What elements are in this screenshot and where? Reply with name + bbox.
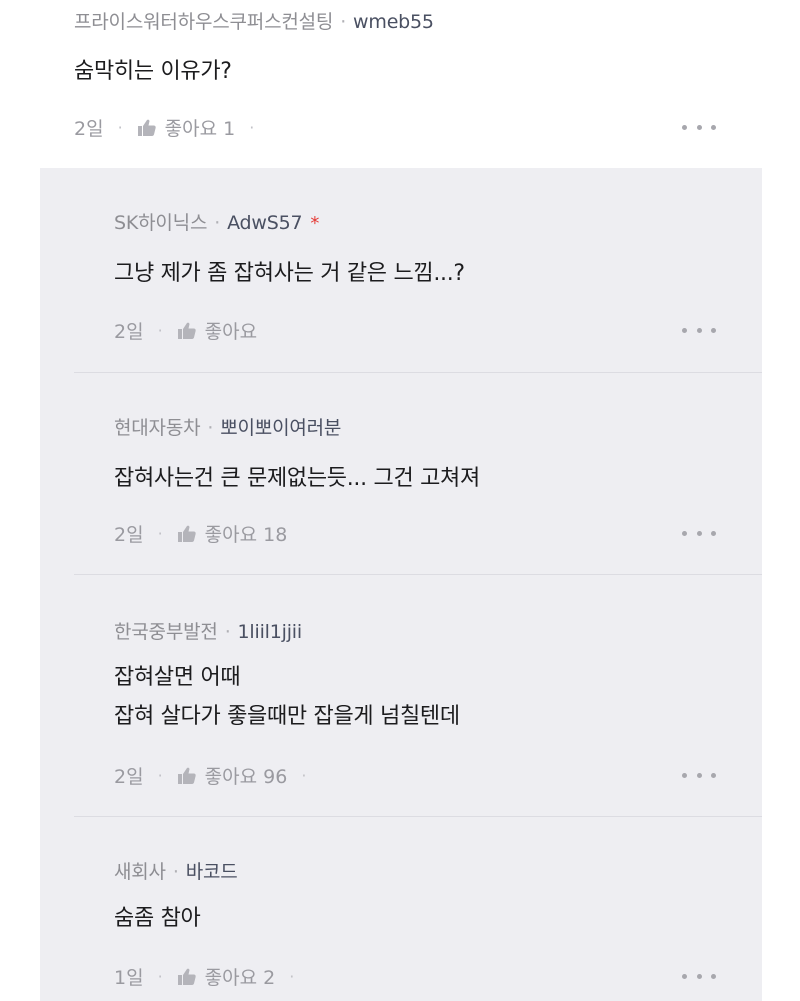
reply-item: SK하이닉스 · AdwS57 * 그냥 제가 좀 잡혀사는 거 같은 느낌...? … bbox=[40, 168, 762, 373]
company-name[interactable]: 현대자동차 bbox=[114, 417, 201, 439]
thumbs-up-icon bbox=[177, 525, 196, 542]
reply-actions: 2일 · 좋아요 96 · bbox=[114, 762, 320, 789]
nickname[interactable]: AdwS57 bbox=[227, 212, 303, 234]
comment-thread: 프라이스워터하우스쿠퍼스컨설팅 · wmeb55 숨막히는 이유가? 2일 · 좋아… bbox=[0, 0, 800, 1001]
comment-time: 2일 bbox=[74, 118, 104, 140]
separator-dot: · bbox=[157, 524, 163, 543]
nickname[interactable]: wmeb55 bbox=[353, 11, 434, 33]
company-name[interactable]: 한국중부발전 bbox=[114, 621, 218, 643]
separator: · bbox=[207, 417, 214, 439]
more-dots-icon bbox=[682, 973, 687, 979]
reply-actions: 1일 · 좋아요 2 · bbox=[114, 963, 308, 990]
separator: · bbox=[340, 11, 347, 33]
reply-actions: 2일 · 좋아요 18 bbox=[114, 520, 287, 547]
company-name[interactable]: 프라이스워터하우스쿠퍼스컨설팅 bbox=[74, 11, 333, 33]
separator-dot: · bbox=[117, 118, 123, 137]
more-options-button[interactable] bbox=[682, 117, 716, 137]
comment-text: 숨막히는 이유가? bbox=[74, 59, 232, 84]
reply-time: 2일 bbox=[114, 524, 144, 546]
like-count: 좋아요 bbox=[204, 321, 258, 343]
reply-author: 현대자동차 · 뽀이뽀이여러분 bbox=[114, 413, 341, 440]
separator-dot: · bbox=[249, 118, 255, 137]
reply-item: 현대자동차 · 뽀이뽀이여러분 잡혀사는건 큰 문제없는듯... 그건 고쳐져 2일… bbox=[40, 373, 762, 575]
like-count: 좋아요 2 bbox=[204, 967, 276, 989]
like-count: 좋아요 1 bbox=[164, 118, 236, 140]
more-options-button[interactable] bbox=[682, 523, 716, 543]
like-button[interactable]: 좋아요 1 bbox=[137, 114, 236, 141]
more-options-button[interactable] bbox=[682, 765, 716, 785]
thumbs-up-icon bbox=[177, 322, 196, 339]
company-name[interactable]: SK하이닉스 bbox=[114, 212, 207, 234]
nickname[interactable]: 1liil1jjii bbox=[238, 621, 303, 643]
like-button[interactable]: 좋아요 2 bbox=[177, 963, 276, 990]
reply-author: 한국중부발전 · 1liil1jjii bbox=[114, 617, 302, 644]
separator-dot: · bbox=[157, 967, 163, 986]
comment-actions: 2일 · 좋아요 1 · bbox=[74, 114, 268, 141]
reply-text: 숨좀 참아 bbox=[114, 906, 201, 931]
reply-time: 2일 bbox=[114, 321, 144, 343]
more-dots-icon bbox=[682, 124, 687, 130]
separator: · bbox=[224, 621, 231, 643]
company-name[interactable]: 새회사 bbox=[114, 861, 166, 883]
separator: · bbox=[214, 212, 221, 234]
thumbs-up-icon bbox=[177, 968, 196, 985]
separator-dot: · bbox=[289, 967, 295, 986]
reply-text: 잡혀사는건 큰 문제없는듯... 그건 고쳐져 bbox=[114, 466, 480, 491]
thumbs-up-icon bbox=[177, 767, 196, 784]
more-dots-icon bbox=[682, 772, 687, 778]
like-count: 좋아요 18 bbox=[204, 524, 288, 546]
more-options-button[interactable] bbox=[682, 320, 716, 340]
reply-text: 그냥 제가 좀 잡혀사는 거 같은 느낌...? bbox=[114, 261, 465, 286]
reply-actions: 2일 · 좋아요 bbox=[114, 317, 257, 344]
nickname[interactable]: 뽀이뽀이여러분 bbox=[220, 417, 341, 439]
like-button[interactable]: 좋아요 96 bbox=[177, 762, 288, 789]
reply-time: 2일 bbox=[114, 766, 144, 788]
separator-dot: · bbox=[157, 321, 163, 340]
reply-text-line-2: 잡혀 살다가 좋을때만 잡을게 넘칠텐데 bbox=[114, 704, 460, 729]
like-button[interactable]: 좋아요 18 bbox=[177, 520, 288, 547]
reply-list: SK하이닉스 · AdwS57 * 그냥 제가 좀 잡혀사는 거 같은 느낌...? … bbox=[40, 168, 762, 1001]
thumbs-up-icon bbox=[137, 119, 156, 136]
reply-time: 1일 bbox=[114, 967, 144, 989]
separator: · bbox=[172, 861, 179, 883]
reply-text-line-1: 잡혀살면 어때 bbox=[114, 665, 241, 690]
comment: 프라이스워터하우스쿠퍼스컨설팅 · wmeb55 숨막히는 이유가? 2일 · 좋아… bbox=[0, 0, 800, 168]
comment-author: 프라이스워터하우스쿠퍼스컨설팅 · wmeb55 bbox=[74, 7, 434, 34]
reply-author: SK하이닉스 · AdwS57 * bbox=[114, 208, 319, 235]
like-count: 좋아요 96 bbox=[204, 766, 288, 788]
author-mark: * bbox=[310, 213, 320, 234]
like-button[interactable]: 좋아요 bbox=[177, 317, 257, 344]
reply-author: 새회사 · 바코드 bbox=[114, 857, 238, 884]
reply-item: 새회사 · 바코드 숨좀 참아 1일 · 좋아요 2 · bbox=[40, 817, 762, 1001]
more-options-button[interactable] bbox=[682, 966, 716, 986]
more-dots-icon bbox=[682, 327, 687, 333]
nickname[interactable]: 바코드 bbox=[186, 861, 238, 883]
more-dots-icon bbox=[682, 530, 687, 536]
separator-dot: · bbox=[301, 766, 307, 785]
separator-dot: · bbox=[157, 766, 163, 785]
reply-item: 한국중부발전 · 1liil1jjii 잡혀살면 어때 잡혀 살다가 좋을때만 잡을… bbox=[40, 575, 762, 817]
